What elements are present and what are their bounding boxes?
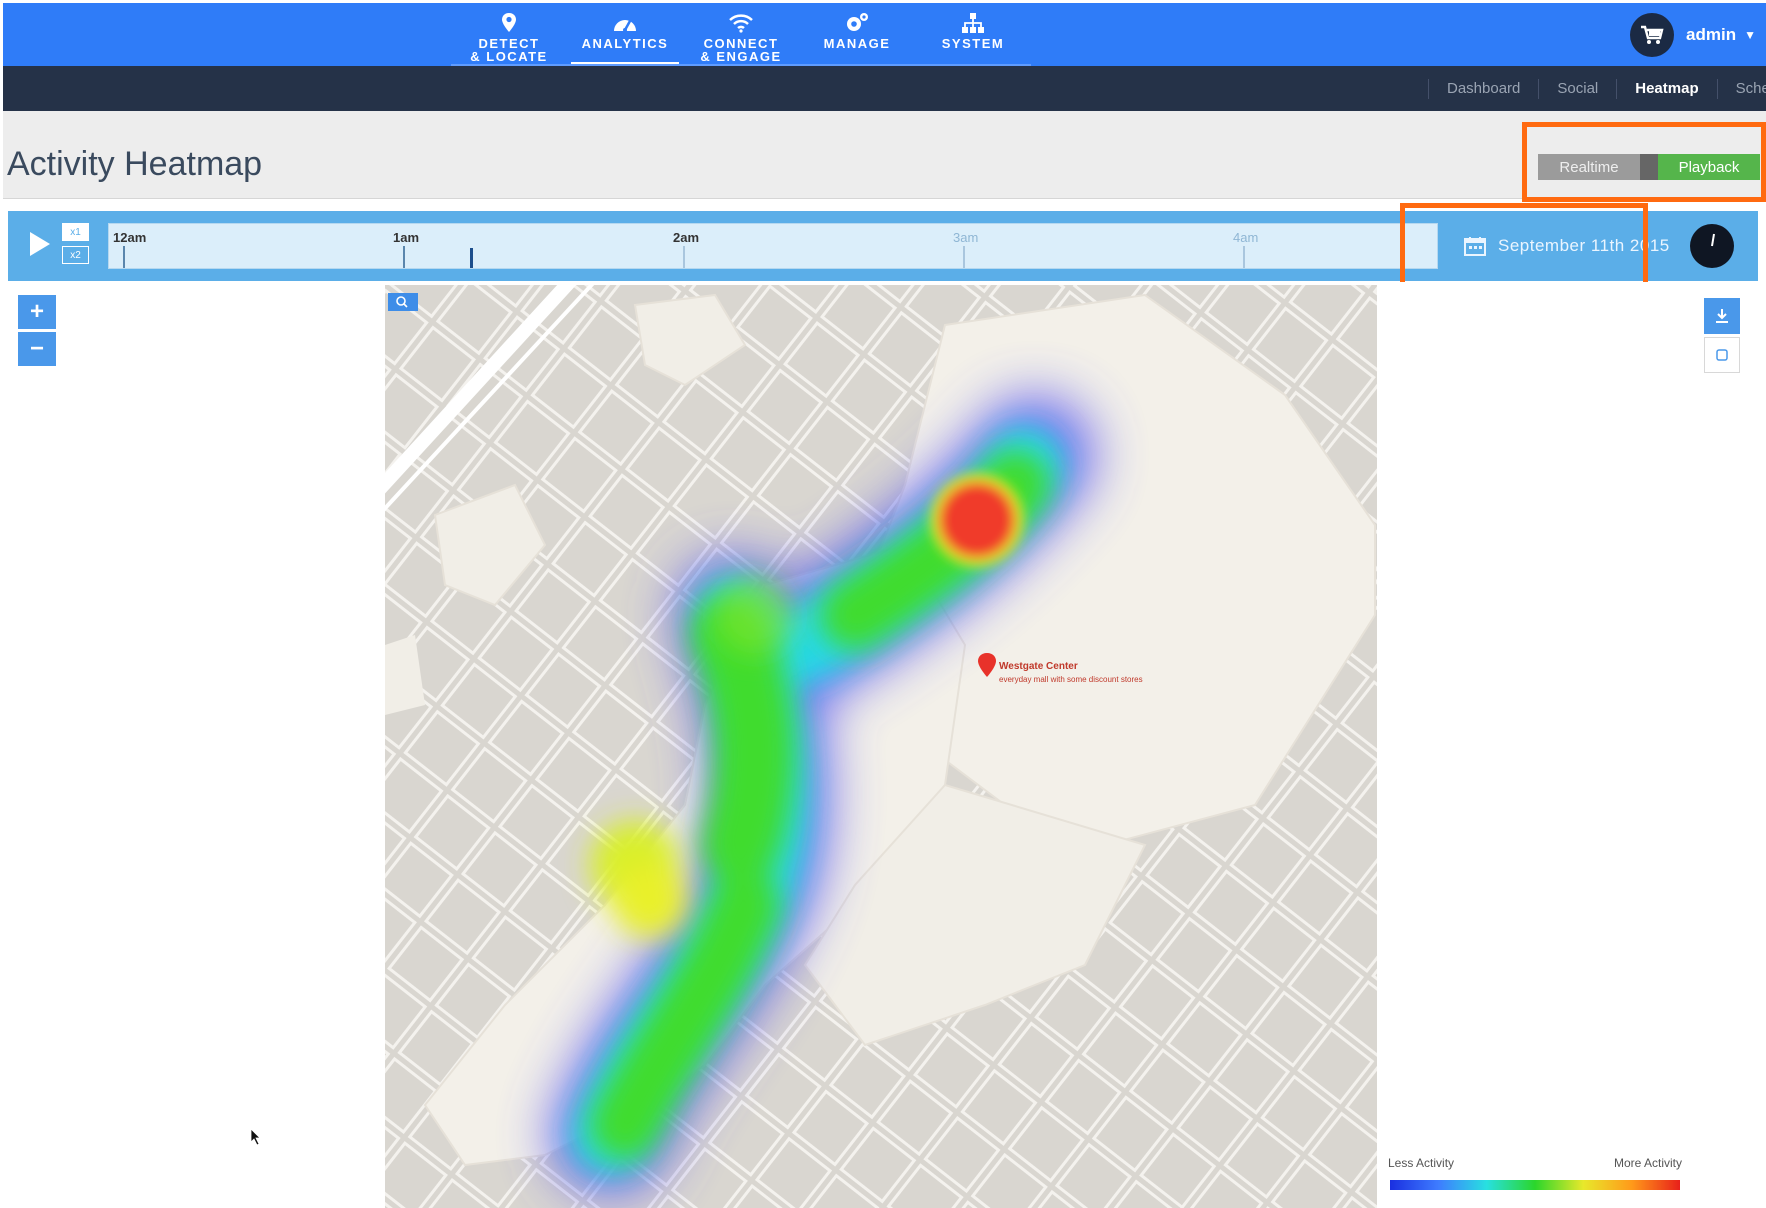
sub-navigation-bar: Dashboard Social Heatmap Schedu [3, 66, 1766, 111]
zoom-out-button[interactable]: − [18, 332, 56, 366]
tab-social[interactable]: Social [1538, 78, 1616, 99]
tick-mark [963, 246, 965, 268]
tick-mark [123, 246, 125, 268]
map-label-westgate: Westgate Center [999, 661, 1078, 672]
floor-plan-map: Westgate Center everyday mall with some … [385, 285, 1377, 1208]
highlight-mode-toggle [1522, 122, 1766, 202]
zoom-in-button[interactable]: + [18, 295, 56, 329]
highlight-date-picker [1400, 203, 1648, 288]
page-title: Activity Heatmap [7, 145, 263, 183]
map-search-icon[interactable] [388, 293, 418, 311]
nav-label: CONNECT & ENGAGE [700, 36, 782, 64]
tick-label-2am: 2am [673, 230, 700, 245]
user-menu[interactable]: admin ▼ [1630, 13, 1756, 57]
nav-system[interactable]: SYSTEM [915, 3, 1031, 66]
speed-x1-button[interactable]: x1 [62, 223, 89, 241]
legend-less-label: Less Activity [1388, 1156, 1455, 1170]
cart-avatar-icon [1630, 13, 1675, 57]
map-area: + − Westgate Center everyday mall with s… [8, 282, 1758, 1208]
top-navigation-bar: DETECT & LOCATE ANALYTICS CONNECT & ENGA… [3, 3, 1766, 66]
heatmap-canvas[interactable]: Westgate Center everyday mall with some … [385, 285, 1377, 1208]
nav-connect-engage[interactable]: CONNECT & ENGAGE [683, 3, 799, 66]
nav-label: ANALYTICS [581, 36, 669, 51]
nav-label: SYSTEM [941, 36, 1005, 51]
tick-mark [683, 246, 685, 268]
tab-heatmap[interactable]: Heatmap [1616, 78, 1716, 99]
tick-label-1am: 1am [393, 230, 420, 245]
nav-label: MANAGE [823, 36, 891, 51]
layers-icon[interactable] [1704, 337, 1740, 373]
tick-label-12am: 12am [113, 230, 147, 245]
tick-label-4am: 4am [1233, 230, 1259, 245]
nav-label: DETECT & LOCATE [470, 36, 548, 64]
legend-gradient-bar [1390, 1180, 1680, 1190]
speed-selector: x1 x2 [62, 223, 89, 269]
tick-mark [1243, 246, 1245, 268]
legend-more-label: More Activity [1613, 1156, 1682, 1170]
location-pin-icon [494, 11, 524, 35]
timeline-track[interactable]: 12am 1am 2am 3am 4am [108, 223, 1438, 269]
wifi-icon [726, 11, 756, 35]
tab-dashboard[interactable]: Dashboard [1428, 78, 1538, 99]
hierarchy-icon [958, 11, 988, 35]
tick-label-3am: 3am [953, 230, 979, 245]
heatmap-legend: Less Activity More Activity [1380, 1144, 1690, 1208]
play-icon[interactable] [30, 232, 50, 256]
nav-detect-locate[interactable]: DETECT & LOCATE [451, 3, 567, 66]
nav-manage[interactable]: MANAGE [799, 3, 915, 66]
map-label-westgate-sub: everyday mall with some discount stores [999, 675, 1143, 684]
speed-x2-button[interactable]: x2 [62, 246, 89, 264]
user-name: admin [1686, 25, 1737, 44]
tick-mark [403, 246, 405, 268]
mouse-cursor-icon [250, 1128, 262, 1151]
main-nav: DETECT & LOCATE ANALYTICS CONNECT & ENGA… [451, 3, 1031, 66]
gears-icon [842, 11, 872, 35]
tab-schedule[interactable]: Schedu [1716, 78, 1766, 99]
subnav-tabs: Dashboard Social Heatmap Schedu [1428, 66, 1766, 111]
nav-analytics[interactable]: ANALYTICS [567, 3, 683, 66]
page-header: Activity Heatmap Realtime Playback [3, 111, 1766, 199]
caret-down-icon: ▼ [1744, 28, 1756, 42]
download-icon[interactable] [1704, 298, 1740, 334]
clock-icon[interactable] [1690, 224, 1734, 268]
dashboard-gauge-icon [610, 11, 640, 35]
playhead[interactable] [470, 248, 473, 268]
